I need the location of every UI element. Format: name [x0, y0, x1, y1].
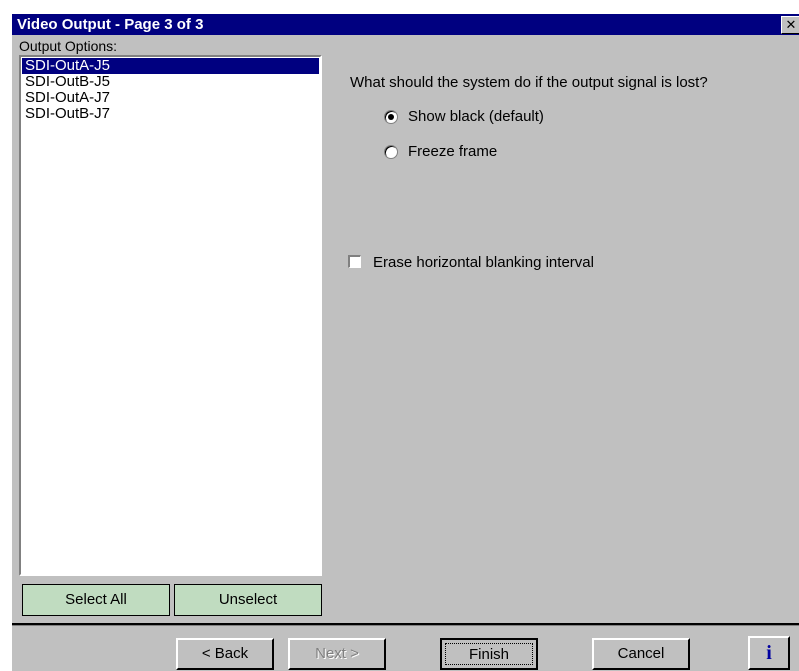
footer-separator	[12, 623, 799, 626]
radio-dot-icon	[388, 114, 394, 120]
finish-button-label: Finish	[468, 646, 509, 663]
unselect-button[interactable]: Unselect	[174, 584, 322, 616]
cancel-button-label: Cancel	[617, 645, 665, 662]
back-button[interactable]: < Back	[176, 638, 274, 670]
list-item[interactable]: SDI-OutA-J5	[22, 58, 319, 74]
list-item[interactable]: SDI-OutB-J5	[22, 74, 319, 90]
window-title: Video Output - Page 3 of 3	[17, 16, 204, 33]
finish-focus-rect: Finish	[445, 643, 533, 665]
info-icon: i	[766, 642, 772, 664]
erase-blanking-label: Erase horizontal blanking interval	[373, 254, 594, 271]
list-item[interactable]: SDI-OutA-J7	[22, 90, 319, 106]
signal-lost-question: What should the system do if the output …	[350, 74, 708, 91]
video-output-dialog: Video Output - Page 3 of 3 ✕ Output Opti…	[12, 14, 799, 671]
output-options-label: Output Options:	[19, 38, 118, 54]
radio-button-unchecked[interactable]	[384, 145, 398, 159]
title-bar: Video Output - Page 3 of 3 ✕	[12, 14, 799, 35]
close-icon: ✕	[785, 17, 797, 32]
info-button[interactable]: i	[748, 636, 790, 670]
next-button-label: Next >	[315, 645, 359, 662]
radio-show-black-label: Show black (default)	[408, 108, 544, 125]
next-button[interactable]: Next >	[288, 638, 386, 670]
radio-freeze-frame-label: Freeze frame	[408, 143, 498, 160]
back-button-label: < Back	[201, 645, 249, 662]
list-item[interactable]: SDI-OutB-J7	[22, 106, 319, 122]
select-all-button[interactable]: Select All	[22, 584, 170, 616]
cancel-button[interactable]: Cancel	[592, 638, 690, 670]
finish-button[interactable]: Finish	[440, 638, 538, 670]
erase-blanking-checkbox[interactable]	[348, 255, 361, 268]
output-options-list[interactable]: SDI-OutA-J5 SDI-OutB-J5 SDI-OutA-J7 SDI-…	[19, 55, 322, 576]
radio-button-checked[interactable]	[384, 110, 398, 124]
close-button[interactable]: ✕	[781, 16, 799, 34]
